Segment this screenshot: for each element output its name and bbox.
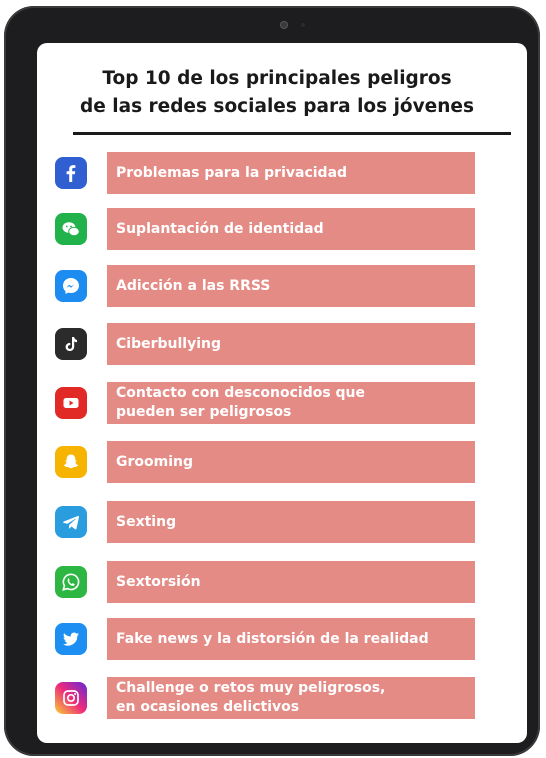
instagram-icon	[55, 682, 87, 714]
danger-bar: Problemas para la privacidad	[107, 152, 475, 194]
list-item: Sexting	[37, 499, 527, 545]
list-item: Fake news y la distorsión de la realidad	[37, 616, 527, 662]
danger-bar: Sexting	[107, 501, 475, 543]
danger-bar: Sextorsión	[107, 561, 475, 603]
list-item: Ciberbullying	[37, 321, 527, 367]
wechat-icon	[55, 213, 87, 245]
list-item: Grooming	[37, 439, 527, 485]
title-line-2: de las redes sociales para los jóvenes	[80, 96, 474, 117]
danger-bar: Contacto con desconocidos que pueden ser…	[107, 382, 475, 424]
facebook-icon	[55, 157, 87, 189]
danger-bar: Grooming	[107, 441, 475, 483]
sensor-dot	[301, 23, 305, 27]
danger-bar: Suplantación de identidad	[107, 208, 475, 250]
list-item: Adicción a las RRSS	[37, 263, 527, 309]
item-text: Adicción a las RRSS	[116, 277, 271, 294]
camera-icon	[280, 21, 288, 29]
title-line-1: Top 10 de los principales peligros	[102, 68, 452, 89]
danger-bar: Fake news y la distorsión de la realidad	[107, 618, 475, 660]
title-divider	[73, 132, 511, 135]
page-title: Top 10 de los principales peligros de la…	[37, 65, 517, 121]
item-text: Suplantación de identidad	[116, 220, 324, 237]
item-text: Problemas para la privacidad	[116, 164, 348, 181]
danger-bar: Ciberbullying	[107, 323, 475, 365]
tiktok-icon	[55, 328, 87, 360]
twitter-icon	[55, 623, 87, 655]
list-item: Challenge o retos muy peligrosos, en oca…	[37, 675, 527, 721]
list-item: Contacto con desconocidos que pueden ser…	[37, 380, 527, 426]
list-item: Problemas para la privacidad	[37, 150, 527, 196]
telegram-icon	[55, 506, 87, 538]
item-text: Sextorsión	[116, 573, 201, 590]
item-text: Fake news y la distorsión de la realidad	[116, 630, 429, 647]
item-text: Contacto con desconocidos que	[116, 385, 366, 401]
snapchat-icon	[55, 446, 87, 478]
item-text: Sexting	[116, 513, 177, 530]
danger-bar: Challenge o retos muy peligrosos, en oca…	[107, 677, 475, 719]
item-text-2: pueden ser peligrosos	[116, 404, 292, 420]
tablet-frame: Top 10 de los principales peligros de la…	[4, 6, 540, 756]
youtube-icon	[55, 387, 87, 419]
list-item: Sextorsión	[37, 559, 527, 605]
item-text-2: en ocasiones delictivos	[116, 699, 300, 715]
whatsapp-icon	[55, 566, 87, 598]
item-text: Grooming	[116, 453, 194, 470]
item-text: Ciberbullying	[116, 335, 221, 352]
messenger-icon	[55, 270, 87, 302]
item-text: Challenge o retos muy peligrosos,	[116, 680, 386, 696]
list-item: Suplantación de identidad	[37, 206, 527, 252]
tablet-screen: Top 10 de los principales peligros de la…	[37, 43, 527, 743]
danger-bar: Adicción a las RRSS	[107, 265, 475, 307]
